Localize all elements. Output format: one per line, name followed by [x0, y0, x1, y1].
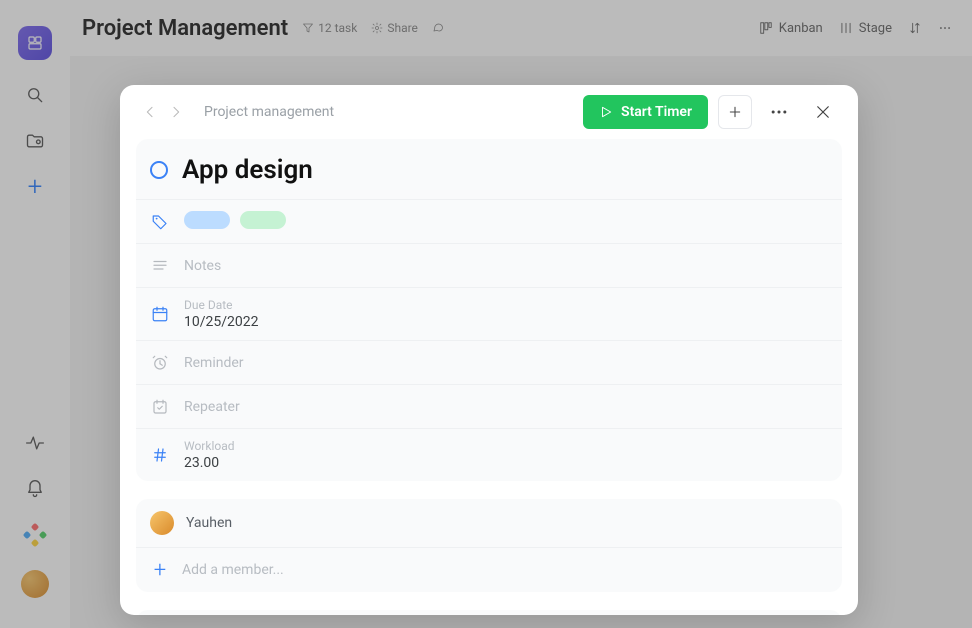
add-button[interactable]	[718, 95, 752, 129]
nav-forward-button[interactable]	[164, 100, 188, 124]
reminder-row[interactable]: Reminder	[136, 340, 842, 384]
calendar-icon	[150, 304, 170, 324]
nav-back-button[interactable]	[138, 100, 162, 124]
due-date-value: 10/25/2022	[184, 314, 259, 330]
modal-more-button[interactable]	[762, 95, 796, 129]
workload-row[interactable]: Workload 23.00	[136, 428, 842, 481]
modal-header: Project management Start Timer	[120, 85, 858, 139]
add-member-placeholder: Add a member...	[182, 562, 284, 578]
files-card: formularz-wniosku-o-wpisanie-z_914.docx …	[136, 610, 842, 615]
member-avatar	[150, 511, 174, 535]
breadcrumb[interactable]: Project management	[198, 104, 334, 120]
start-timer-button[interactable]: Start Timer	[583, 95, 708, 129]
member-name: Yauhen	[186, 515, 232, 531]
tag-pill[interactable]	[184, 211, 230, 229]
add-member-row[interactable]: + Add a member...	[136, 547, 842, 592]
notes-row[interactable]: Notes	[136, 243, 842, 287]
tags-row[interactable]	[136, 199, 842, 243]
member-row[interactable]: Yauhen	[136, 499, 842, 547]
task-title[interactable]: App design	[182, 155, 826, 185]
workload-label: Workload	[184, 439, 235, 453]
notes-icon	[150, 256, 170, 276]
close-button[interactable]	[806, 95, 840, 129]
repeater-row[interactable]: Repeater	[136, 384, 842, 428]
notes-placeholder: Notes	[184, 258, 221, 274]
reminder-placeholder: Reminder	[184, 355, 244, 371]
tag-pill[interactable]	[240, 211, 286, 229]
members-card: Yauhen + Add a member...	[136, 499, 842, 592]
plus-icon: +	[150, 560, 170, 580]
due-date-label: Due Date	[184, 298, 259, 312]
tag-list	[184, 211, 286, 233]
workload-value: 23.00	[184, 455, 235, 471]
task-properties-card: App design Notes	[136, 139, 842, 481]
tag-icon	[150, 212, 170, 232]
repeat-icon	[150, 397, 170, 417]
alarm-icon	[150, 353, 170, 373]
status-toggle[interactable]	[150, 161, 168, 179]
hash-icon	[150, 445, 170, 465]
repeater-placeholder: Repeater	[184, 399, 240, 415]
file-row[interactable]: formularz-wniosku-o-wpisanie-z_914.docx …	[136, 610, 842, 615]
task-modal: Project management Start Timer App desig…	[120, 85, 858, 615]
due-date-row[interactable]: Due Date 10/25/2022	[136, 287, 842, 340]
